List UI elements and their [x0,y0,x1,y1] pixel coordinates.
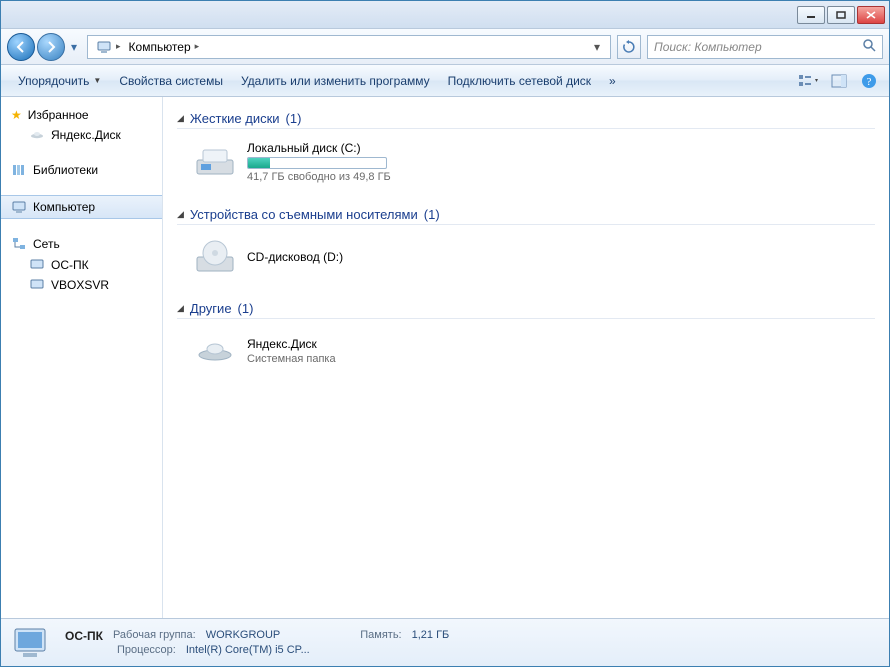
optical-drive-icon [193,237,237,277]
sidebar-item-computer[interactable]: Компьютер [1,195,162,219]
forward-button[interactable] [37,33,65,61]
group-header-other[interactable]: ◢ Другие (1) [177,295,875,319]
sidebar-item-label: Сеть [33,237,60,251]
search-input[interactable]: Поиск: Компьютер [647,35,883,59]
sidebar-item-label: Библиотеки [33,163,98,177]
sidebar-item-label: VBOXSVR [51,278,109,292]
hdd-icon [193,142,237,182]
sidebar-item-libraries[interactable]: Библиотеки [1,159,162,181]
group-header-hdd[interactable]: ◢ Жесткие диски (1) [177,105,875,129]
drive-tile-yandex[interactable]: Яндекс.Диск Системная папка [187,327,875,375]
computer-icon [29,277,45,293]
drive-tile-c[interactable]: Локальный диск (C:) 41,7 ГБ свободно из … [187,137,875,187]
back-button[interactable] [7,33,35,61]
toolbar-label: Удалить или изменить программу [241,74,430,88]
body: ★ Избранное Яндекс.Диск Библиотеки Компь… [1,97,889,618]
minimize-button[interactable] [797,6,825,24]
breadcrumb-computer[interactable]: Компьютер ▸ [125,38,204,56]
sidebar-item-vboxsvr[interactable]: VBOXSVR [1,275,162,295]
computer-icon [29,257,45,273]
breadcrumb-root[interactable]: ▸ [92,37,125,57]
sidebar-item-label: Избранное [28,108,89,122]
statusbar: ОС-ПК Рабочая группа: WORKGROUP Память: … [1,618,889,666]
preview-pane-button[interactable] [827,70,851,92]
maximize-button[interactable] [827,6,855,24]
drive-subtext: Системная папка [247,353,336,365]
star-icon: ★ [11,108,22,122]
toolbar: Упорядочить ▼ Свойства системы Удалить ил… [1,65,889,97]
status-name: ОС-ПК [65,629,103,643]
drive-subtext: 41,7 ГБ свободно из 49,8 ГБ [247,171,391,183]
search-placeholder: Поиск: Компьютер [654,40,762,54]
ufo-icon [29,127,45,143]
content-pane: ◢ Жесткие диски (1) Локальный диск (C:) … [163,97,889,618]
sidebar-item-label: Компьютер [33,200,95,214]
refresh-icon [622,40,636,54]
explorer-window: ▾ ▸ Компьютер ▸ ▾ Поиск: Компьютер У [0,0,890,667]
svg-text:?: ? [867,76,872,88]
computer-icon [96,39,112,55]
toolbar-label: Свойства системы [119,74,223,88]
collapse-icon: ◢ [177,303,184,314]
map-network-drive-button[interactable]: Подключить сетевой диск [439,69,600,93]
libraries-icon [11,162,27,178]
toolbar-label: Подключить сетевой диск [448,74,591,88]
breadcrumb-label: Компьютер [129,40,191,54]
chevron-right-icon: ▸ [195,41,200,52]
group-title: Жесткие диски [190,111,280,126]
toolbar-overflow-button[interactable]: » [600,69,625,93]
collapse-icon: ◢ [177,113,184,124]
drive-title: Яндекс.Диск [247,337,336,351]
system-properties-button[interactable]: Свойства системы [110,69,232,93]
drive-title: Локальный диск (C:) [247,141,391,155]
status-memory: 1,21 ГБ [412,629,450,643]
status-cpu: Intel(R) Core(TM) i5 CP... [186,644,310,656]
group-count: (1) [424,207,440,222]
ufo-icon [193,331,237,371]
computer-icon [11,199,27,215]
search-icon [862,38,876,55]
usage-fill [248,158,270,168]
sidebar-item-favorites[interactable]: ★ Избранное [1,105,162,125]
toolbar-label: Упорядочить [18,74,89,88]
titlebar [1,1,889,29]
toolbar-label: » [609,74,616,88]
organize-button[interactable]: Упорядочить ▼ [9,69,110,93]
group-title: Другие [190,301,232,316]
view-icon [798,74,820,88]
chevron-right-icon: ▸ [116,41,121,52]
help-button[interactable]: ? [857,70,881,92]
help-icon: ? [861,73,877,89]
drive-tile-d[interactable]: CD-дисковод (D:) [187,233,875,281]
network-icon [11,236,27,252]
group-count: (1) [286,111,302,126]
uninstall-program-button[interactable]: Удалить или изменить программу [232,69,439,93]
usage-bar [247,157,387,169]
preview-pane-icon [831,74,847,88]
nav-pane: ★ Избранное Яндекс.Диск Библиотеки Компь… [1,97,163,618]
sidebar-item-label: ОС-ПК [51,258,89,272]
status-workgroup: WORKGROUP [206,629,281,643]
sidebar-item-label: Яндекс.Диск [51,128,121,142]
sidebar-item-yandex-disk[interactable]: Яндекс.Диск [1,125,162,145]
computer-icon [11,623,53,663]
address-bar[interactable]: ▸ Компьютер ▸ ▾ [87,35,611,59]
sidebar-item-network[interactable]: Сеть [1,233,162,255]
group-header-removable[interactable]: ◢ Устройства со съемными носителями (1) [177,201,875,225]
chevron-down-icon: ▼ [93,76,101,85]
close-button[interactable] [857,6,885,24]
collapse-icon: ◢ [177,209,184,220]
refresh-button[interactable] [617,35,641,59]
nav-history-dropdown[interactable]: ▾ [67,37,81,57]
sidebar-item-os-pc[interactable]: ОС-ПК [1,255,162,275]
drive-title: CD-дисковод (D:) [247,250,343,264]
status-memory-label: Память: [360,629,401,643]
status-cpu-label: Процессор: [117,644,176,656]
status-workgroup-label: Рабочая группа: [113,629,196,643]
address-dropdown[interactable]: ▾ [588,40,606,54]
view-options-button[interactable] [797,70,821,92]
group-title: Устройства со съемными носителями [190,207,418,222]
navbar: ▾ ▸ Компьютер ▸ ▾ Поиск: Компьютер [1,29,889,65]
group-count: (1) [238,301,254,316]
